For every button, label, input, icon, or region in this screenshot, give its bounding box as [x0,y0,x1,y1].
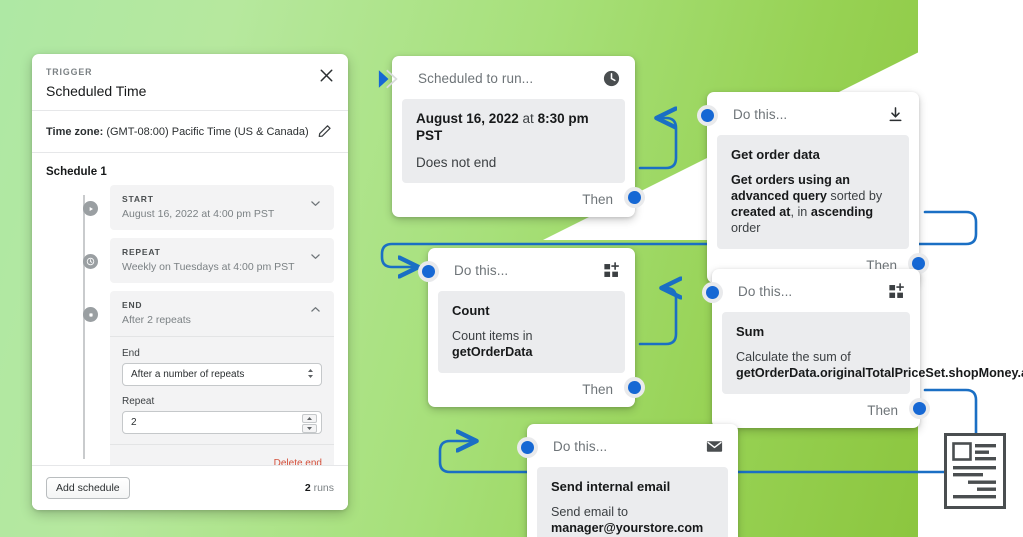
card-sum[interactable]: Do this... Sum Calculate the sum of getO… [702,269,1023,429]
close-icon[interactable] [317,66,336,85]
timezone-text: Time zone: (GMT-08:00) Pacific Time (US … [46,126,309,138]
play-icon [83,201,98,216]
then-label: Then [582,382,613,398]
card-scheduled-to-run[interactable]: Scheduled to run... August 16, 2022 at 8… [378,56,645,217]
card-head-label: Do this... [454,263,509,278]
card-get-order-data[interactable]: Do this... Get order data Get orders usi… [697,92,929,284]
trigger-panel: TRIGGER Scheduled Time Time zone: (GMT-0… [32,54,348,510]
scheduled-date: August 16, 2022 [416,111,519,126]
download-icon[interactable] [886,105,905,124]
card-body: August 16, 2022 at 8:30 pm PST Does not … [402,99,625,183]
card-header: Do this... [527,424,738,467]
card-head-label: Do this... [553,439,608,454]
card-body: Count Count items in getOrderData [438,291,625,374]
trigger-header: TRIGGER Scheduled Time [32,54,348,110]
repeat-field-label: Repeat [122,396,155,407]
card-header: Scheduled to run... [392,56,635,99]
repeat-label: REPEAT [122,247,161,257]
card-header: Do this... [712,269,920,312]
end-field-label: End [122,348,140,359]
select-arrows-icon [306,367,315,383]
card-header: Do this... [707,92,919,135]
end-select[interactable]: After a number of repeats [122,363,322,386]
input-node[interactable] [702,282,723,303]
card-count[interactable]: Do this... Count Count items in getOrder… [418,248,645,408]
card-body: Get order data Get orders using an advan… [717,135,909,250]
card-description: Send email to manager@yourstore.com with… [551,505,704,536]
card-title: Get order data [731,147,820,162]
card-header: Do this... [428,248,635,291]
grid-plus-icon[interactable] [887,282,906,301]
end-card[interactable]: END After 2 repeats [110,291,334,336]
runs-label: runs [310,482,334,494]
grid-plus-icon[interactable] [602,261,621,280]
card-description: Calculate the sum of getOrderData.origin… [736,350,1023,381]
clock-icon [602,69,621,88]
repeat-card[interactable]: REPEAT Weekly on Tuesdays at 4:00 pm PST [110,238,334,283]
repeat-number-value: 2 [131,417,137,428]
card-footer: Then [712,394,920,428]
card-footer: Then [392,183,635,217]
trigger-kicker: TRIGGER [46,67,93,77]
timeline-item-repeat[interactable]: REPEAT Weekly on Tuesdays at 4:00 pm PST [46,238,334,283]
stepper-up-icon[interactable] [302,414,317,423]
end-select-value: After a number of repeats [131,369,245,380]
stop-icon [83,307,98,322]
scheduled-at: at [518,111,538,126]
timezone-row[interactable]: Time zone: (GMT-08:00) Pacific Time (US … [32,110,348,153]
card-description: Get orders using an advanced query sorte… [731,173,883,236]
clock-icon [83,254,98,269]
card-title: Send internal email [551,479,671,494]
card-body: Send internal email Send email to manage… [537,467,728,537]
trigger-footer: Add schedule 2 runs [32,465,348,510]
output-node[interactable] [624,186,645,208]
card-footer: Then [428,373,635,407]
card-head-label: Do this... [733,107,788,122]
card-title: Count [452,303,490,318]
end-label: END [122,300,143,310]
card-head-label: Scheduled to run... [418,71,534,86]
schedule-heading: Schedule 1 [46,166,107,178]
stepper-down-icon[interactable] [302,424,317,433]
end-value: After 2 repeats [122,314,191,326]
schedule-timeline: START August 16, 2022 at 4:00 pm PST REP… [32,185,348,481]
runs-counter: 2 runs [305,482,334,494]
chevron-down-icon[interactable] [309,197,322,215]
document-icon [944,433,1006,514]
scheduled-end: Does not end [416,154,497,170]
start-card[interactable]: START August 16, 2022 at 4:00 pm PST [110,185,334,230]
add-schedule-button[interactable]: Add schedule [46,477,130,499]
timezone-label: Time zone: [46,125,104,138]
chevron-down-icon[interactable] [309,250,322,268]
input-node[interactable] [517,437,538,458]
input-node[interactable] [697,105,718,126]
quantity-stepper[interactable] [302,414,317,433]
card-head-label: Do this... [738,284,793,299]
card-body: Sum Calculate the sum of getOrderData.or… [722,312,1023,395]
repeat-number-input[interactable]: 2 [122,411,322,434]
timeline-item-end[interactable]: END After 2 repeats [46,291,334,336]
input-node[interactable] [418,261,439,282]
card-send-internal-email[interactable]: Do this... Send internal email Send emai… [517,424,738,537]
workflow-canvas: TRIGGER Scheduled Time Time zone: (GMT-0… [0,0,1023,537]
then-label: Then [582,191,613,207]
repeat-value: Weekly on Tuesdays at 4:00 pm PST [122,261,295,273]
timezone-value: (GMT-08:00) Pacific Time (US & Canada) [103,125,309,138]
card-description: Count items in getOrderData [452,329,533,360]
then-label: Then [867,403,898,419]
trigger-title: Scheduled Time [46,83,147,99]
timeline-item-start[interactable]: START August 16, 2022 at 4:00 pm PST [46,185,334,230]
start-label: START [122,194,154,204]
card-title: Sum [736,324,765,339]
start-value: August 16, 2022 at 4:00 pm PST [122,208,275,220]
pencil-icon[interactable] [315,122,334,141]
scheduled-datetime: August 16, 2022 at 8:30 pm PST [416,110,611,145]
chevron-up-icon[interactable] [309,303,322,321]
envelope-icon[interactable] [705,437,724,456]
end-form: End After a number of repeats Repeat 2 D… [110,336,334,481]
input-node[interactable] [378,68,399,89]
